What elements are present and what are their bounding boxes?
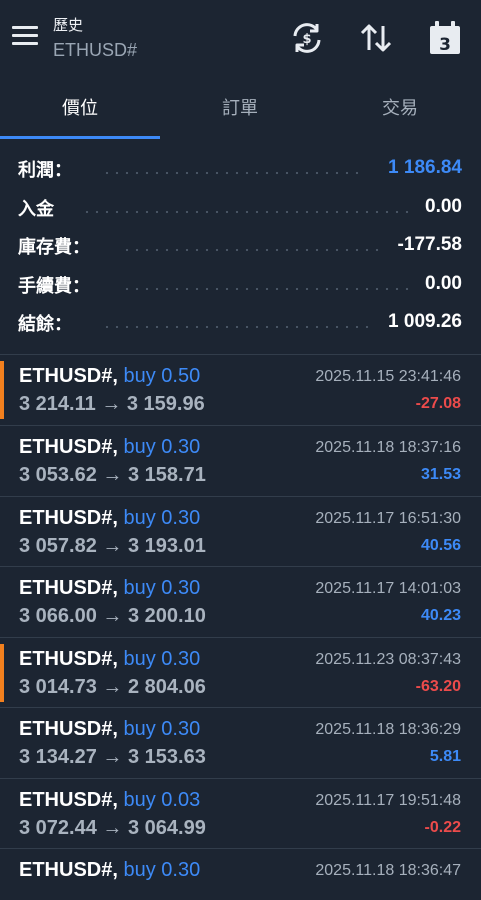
summary-value: 0.00 — [425, 272, 462, 294]
svg-text:$: $ — [302, 32, 311, 47]
trade-prices: 3 214.11 → 3 159.96 — [19, 393, 205, 415]
summary-panel: 利潤： 1 186.84 入金 0.00 庫存費： -177.58 手續費： 0… — [0, 150, 481, 343]
trade-side: buy 0.30 — [123, 507, 201, 529]
trade-profit: 31.53 — [420, 466, 461, 483]
summary-value: 1 186.84 — [388, 157, 462, 178]
trade-side: buy 0.30 — [123, 859, 201, 881]
top-bar: 歷史 ETHUSD# $ 3 — [0, 0, 481, 80]
trade-side: buy 0.03 — [123, 789, 201, 811]
summary-value: -177.58 — [397, 234, 462, 255]
trade-side: buy 0.30 — [123, 718, 201, 740]
sort-icon[interactable] — [359, 20, 393, 56]
calendar-icon[interactable]: 3 — [428, 20, 462, 56]
trade-row[interactable]: ETHUSD#, buy 0.30 2025.11.18 18:36:47 — [0, 849, 481, 900]
trade-time: 2025.11.17 16:51:30 — [315, 510, 461, 527]
trade-time: 2025.11.18 18:37:16 — [315, 439, 461, 456]
trade-row[interactable]: ETHUSD#, buy 0.30 3 057.82 → 3 193.01 20… — [0, 497, 481, 567]
loss-marker — [0, 361, 4, 419]
trade-row[interactable]: ETHUSD#, buy 0.30 3 134.27 → 3 153.63 20… — [0, 708, 481, 778]
trade-prices: 3 053.62 → 3 158.71 — [19, 464, 206, 486]
dotted-leader — [82, 210, 411, 213]
trade-row[interactable]: ETHUSD#, buy 0.50 3 214.11 → 3 159.96 20… — [0, 355, 481, 425]
trade-time: 2025.11.15 23:41:46 — [315, 368, 461, 385]
summary-value: 1 009.26 — [388, 311, 462, 332]
trade-profit: -0.22 — [424, 819, 461, 836]
summary-label: 庫存費： — [18, 237, 90, 258]
tab-bar: 價位 訂單 交易 — [0, 80, 481, 140]
summary-row-swap: 庫存費： -177.58 — [0, 227, 481, 266]
trade-profit: -27.08 — [415, 395, 461, 412]
trade-time: 2025.11.23 08:37:43 — [315, 651, 461, 668]
tab-price[interactable]: 價位 — [0, 80, 160, 140]
summary-label: 利潤： — [18, 160, 72, 181]
trade-profit: 40.56 — [420, 537, 461, 554]
trade-prices: 3 134.27 → 3 153.63 — [19, 746, 206, 768]
trade-row[interactable]: ETHUSD#, buy 0.03 3 072.44 → 3 064.99 20… — [0, 779, 481, 849]
trade-symbol: ETHUSD#, buy 0.30 — [19, 718, 201, 740]
trade-time: 2025.11.17 19:51:48 — [315, 792, 461, 809]
trade-row[interactable]: ETHUSD#, buy 0.30 3 053.62 → 3 158.71 20… — [0, 426, 481, 496]
summary-row-commission: 手續費： 0.00 — [0, 266, 481, 305]
trade-row[interactable]: ETHUSD#, buy 0.30 3 066.00 → 3 200.10 20… — [0, 567, 481, 637]
trade-symbol: ETHUSD#, buy 0.30 — [19, 859, 201, 881]
trade-prices: 3 072.44 → 3 064.99 — [19, 817, 206, 839]
dotted-leader — [102, 326, 369, 328]
trade-prices: 3 057.82 → 3 193.01 — [19, 535, 206, 557]
loss-marker — [0, 644, 4, 702]
trade-profit: 5.81 — [429, 748, 461, 765]
trade-time: 2025.11.17 14:01:03 — [315, 580, 461, 597]
dotted-leader — [122, 249, 379, 251]
dotted-leader — [122, 287, 411, 290]
summary-row-deposit: 入金 0.00 — [0, 189, 481, 228]
trade-prices: 3 066.00 → 3 200.10 — [19, 605, 206, 627]
trade-row[interactable]: ETHUSD#, buy 0.30 3 014.73 → 2 804.06 20… — [0, 638, 481, 708]
trade-side: buy 0.30 — [123, 648, 201, 670]
trade-symbol: ETHUSD#, buy 0.30 — [19, 507, 201, 529]
trade-symbol: ETHUSD#, buy 0.50 — [19, 365, 201, 387]
summary-label: 結餘： — [18, 314, 72, 335]
summary-label: 入金 — [18, 198, 54, 220]
trade-symbol: ETHUSD#, buy 0.30 — [19, 436, 201, 458]
active-tab-indicator — [0, 136, 160, 139]
symbol-subtitle[interactable]: ETHUSD# — [53, 40, 137, 61]
trade-symbol: ETHUSD#, buy 0.30 — [19, 577, 201, 599]
trade-profit: -63.20 — [415, 678, 461, 695]
trade-profit: 40.23 — [420, 607, 461, 624]
menu-icon[interactable] — [12, 26, 38, 46]
trade-time: 2025.11.18 18:36:47 — [315, 862, 461, 879]
trade-time: 2025.11.18 18:36:29 — [315, 721, 461, 738]
trade-prices: 3 014.73 → 2 804.06 — [19, 676, 206, 698]
summary-value: 0.00 — [425, 195, 462, 217]
calendar-day: 3 — [439, 35, 451, 55]
page-title: 歷史 — [53, 16, 84, 34]
sync-icon[interactable]: $ — [290, 20, 324, 56]
trade-symbol: ETHUSD#, buy 0.03 — [19, 789, 201, 811]
tab-deals[interactable]: 交易 — [320, 80, 480, 140]
dotted-leader — [102, 172, 363, 174]
trade-symbol: ETHUSD#, buy 0.30 — [19, 648, 201, 670]
summary-row-balance: 結餘： 1 009.26 — [0, 304, 481, 343]
trade-side: buy 0.30 — [123, 577, 201, 599]
summary-label: 手續費： — [18, 275, 90, 297]
trade-side: buy 0.30 — [123, 436, 201, 458]
summary-row-profit: 利潤： 1 186.84 — [0, 150, 481, 189]
trade-side: buy 0.50 — [123, 365, 201, 387]
tab-orders[interactable]: 訂單 — [160, 80, 320, 140]
